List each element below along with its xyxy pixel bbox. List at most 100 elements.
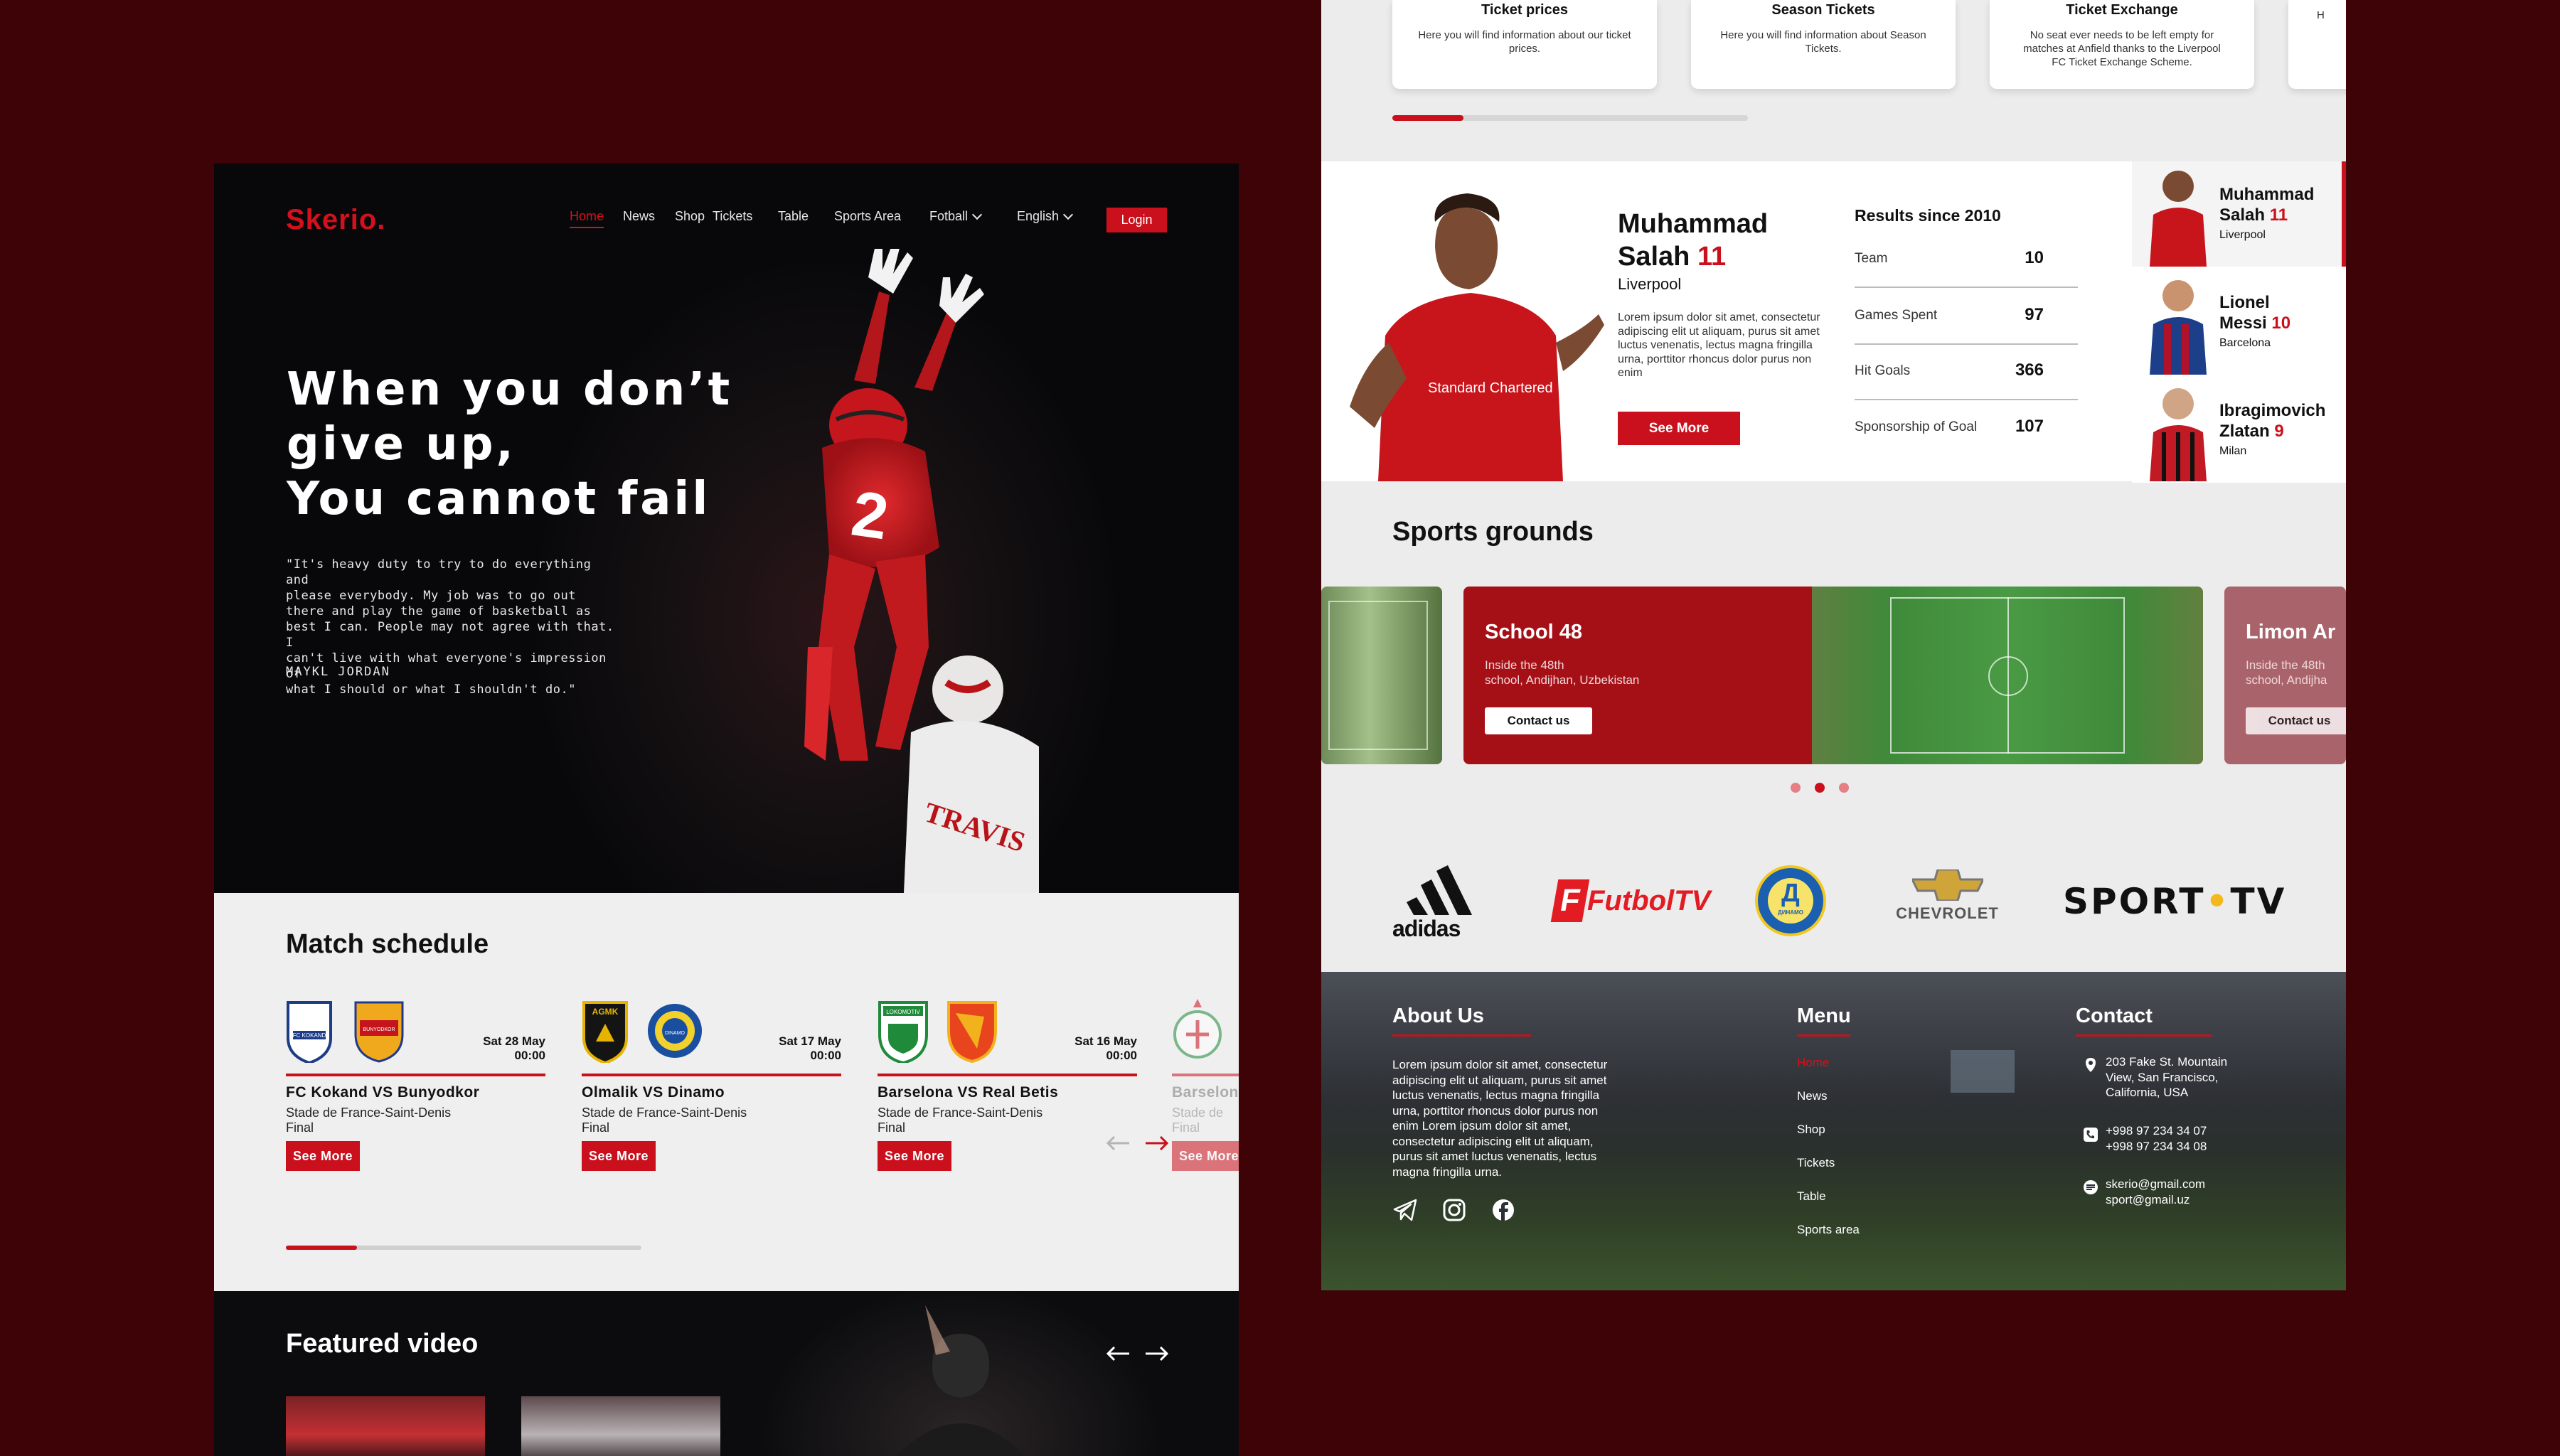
footer-menu-sports-area[interactable]: Sports area [1797,1223,1860,1237]
tickets-scroll-progress[interactable] [1392,115,1748,121]
player-list-item[interactable]: Lionel Messi 10 Barcelona [2132,269,2346,375]
language-dropdown[interactable]: English [1017,209,1074,224]
quote-author: MAYKL JORDAN [286,665,390,679]
section-title: Match schedule [286,929,489,959]
arrow-right-icon[interactable] [1144,1135,1170,1152]
hero-title: When you don’t give up, You cannot fail [287,363,732,527]
chevron-down-icon [971,209,983,220]
nav-tickets[interactable]: Tickets [713,209,752,224]
ground-card-prev[interactable] [1321,587,1442,764]
player-name: Muhammad Salah 11 [1618,208,1768,273]
ticket-card[interactable]: Ticket Exchange No seat ever needs to be… [1990,0,2254,89]
badge-label: FC KOKAND [293,1032,326,1039]
contact-us-button[interactable]: Contact us [1485,707,1592,734]
home-page-mockup: 2 TRAVIS Skerio. Home News Shop Tickets … [214,164,1239,1456]
ground-name: School 48 [1485,621,1582,643]
nav-sports-area[interactable]: Sports Area [834,209,901,224]
about-line: urna, porttitor rhoncus dolor purus non [1392,1103,1599,1118]
nav-football-dropdown[interactable]: Fotball [929,209,983,224]
number: 10 [2271,314,2291,333]
quote-line: "It's heavy duty to try to do everything… [286,557,592,587]
player-thumbnail [2150,171,2207,267]
venue-name: Stade de France-Saint-Denis [286,1106,452,1120]
surname: Salah [2219,205,2266,225]
footer-menu-title: Menu [1797,1005,1851,1027]
instagram-icon[interactable] [1442,1198,1466,1222]
video-thumbnail[interactable] [286,1396,485,1456]
carousel-dot[interactable] [1791,783,1801,793]
login-button[interactable]: Login [1106,208,1167,232]
ticket-card-title: Ticket prices [1481,2,1568,18]
futboltv-logo[interactable]: F FutbolTV [1550,876,1710,926]
player-description: Lorem ipsum dolor sit amet, consectetur … [1618,311,1820,379]
sport-tv-logo[interactable]: SPORT•TV [2063,881,2286,922]
language-label: English [1017,209,1060,223]
address-line: View, San Francisco, [2106,1070,2219,1084]
see-more-button[interactable]: See More [286,1141,360,1171]
address-line: Inside the 48th [2246,658,2325,672]
adidas-logo[interactable]: adidas [1392,865,1499,941]
sponsor-name: ДИНАМО [1778,909,1803,916]
ground-card-active[interactable]: School 48 Inside the 48th school, Andijha… [1463,587,2203,764]
player-list-item[interactable]: Ibragimovich Zlatan 9 Milan [2132,378,2346,483]
match-title: Olmalik VS Dinamo [582,1084,725,1101]
see-more-button[interactable]: See More [582,1141,656,1171]
video-thumbnail[interactable] [521,1396,720,1456]
footer-menu-table[interactable]: Table [1797,1189,1826,1204]
result-row: Hit Goals 366 [1855,345,2078,400]
dynamo-kyiv-logo[interactable]: Д ДИНАМО [1755,865,1826,936]
player-list-club: Milan [2219,445,2247,457]
quote-line: best I can. People may not agree with th… [286,620,614,650]
number: 11 [2269,205,2288,225]
badge-label: LOKOMOTIV [886,1009,920,1015]
footer-menu-shop[interactable]: Shop [1797,1123,1825,1137]
player-photo: Standard Chartered [1350,193,1604,481]
footer-menu-news[interactable]: News [1797,1089,1828,1103]
result-label: Sponsorship of Goal [1855,419,1978,434]
sports-grounds-section: Sports grounds School 48 Inside the 48th… [1321,481,2346,830]
arrow-right-icon[interactable] [1144,1345,1170,1362]
schedule-scroll-progress[interactable] [286,1246,641,1250]
ticket-card[interactable]: Ticket prices Here you will find informa… [1392,0,1657,89]
footer-contact-title: Contact [2076,1005,2153,1027]
contact-address: 203 Fake St. Mountain View, San Francisc… [2106,1054,2227,1101]
sponsors-strip: adidas F FutbolTV Д ДИНАМО CHEVROLET SPO… [1321,830,2346,972]
result-value: 107 [2015,417,2044,436]
nav-shop[interactable]: Shop [675,209,705,224]
match-datetime: Sat 17 May 00:00 [779,1034,841,1063]
contact-us-button[interactable]: Contact us [2246,707,2346,734]
carousel-dot-active[interactable] [1815,783,1825,793]
player-last-name: Salah [1618,242,1690,272]
team-badges: AGMK DINAMO [582,1001,702,1063]
email-address[interactable]: sport@gmail.uz [2106,1192,2205,1208]
see-more-button[interactable]: See More [1618,412,1740,445]
arrow-left-icon[interactable] [1105,1345,1131,1362]
footer-menu-tickets[interactable]: Tickets [1797,1156,1835,1170]
match-date: Sat 17 May [779,1034,841,1048]
phone-number[interactable]: +998 97 234 34 08 [2106,1139,2207,1155]
see-more-button[interactable]: See More [878,1141,951,1171]
phone-number[interactable]: +998 97 234 34 07 [2106,1123,2207,1139]
facebook-icon[interactable] [1491,1198,1515,1222]
brand-logo[interactable]: Skerio. [286,204,385,236]
nav-news[interactable]: News [623,209,655,224]
ticket-card[interactable]: H [2288,0,2346,89]
player-list-item-active[interactable]: Muhammad Salah 11 Liverpool [2132,161,2346,267]
player-first-name: Muhammad [1618,209,1769,239]
ground-card-next[interactable]: Limon Ar Inside the 48th school, Andijha … [2224,587,2346,764]
nav-table[interactable]: Table [778,209,809,224]
email-address[interactable]: skerio@gmail.com [2106,1177,2205,1192]
see-more-button[interactable]: See More [1172,1141,1239,1171]
footer: About Us Lorem ipsum dolor sit amet, con… [1321,972,2346,1290]
chevrolet-logo[interactable]: CHEVROLET [1889,868,2006,933]
ticket-card[interactable]: Season Tickets Here you will find inform… [1691,0,1956,89]
section-title: Featured video [286,1329,479,1359]
player-club: Liverpool [1618,275,1682,293]
match-card: Barselona Stade deFinal See More [1172,999,1239,1184]
telegram-icon[interactable] [1392,1198,1418,1222]
footer-menu-home[interactable]: Home [1797,1056,1829,1070]
match-datetime: Sat 28 May 00:00 [483,1034,545,1063]
nav-home[interactable]: Home [570,209,604,228]
carousel-dot[interactable] [1839,783,1849,793]
stadium-screen [1951,1050,2015,1093]
